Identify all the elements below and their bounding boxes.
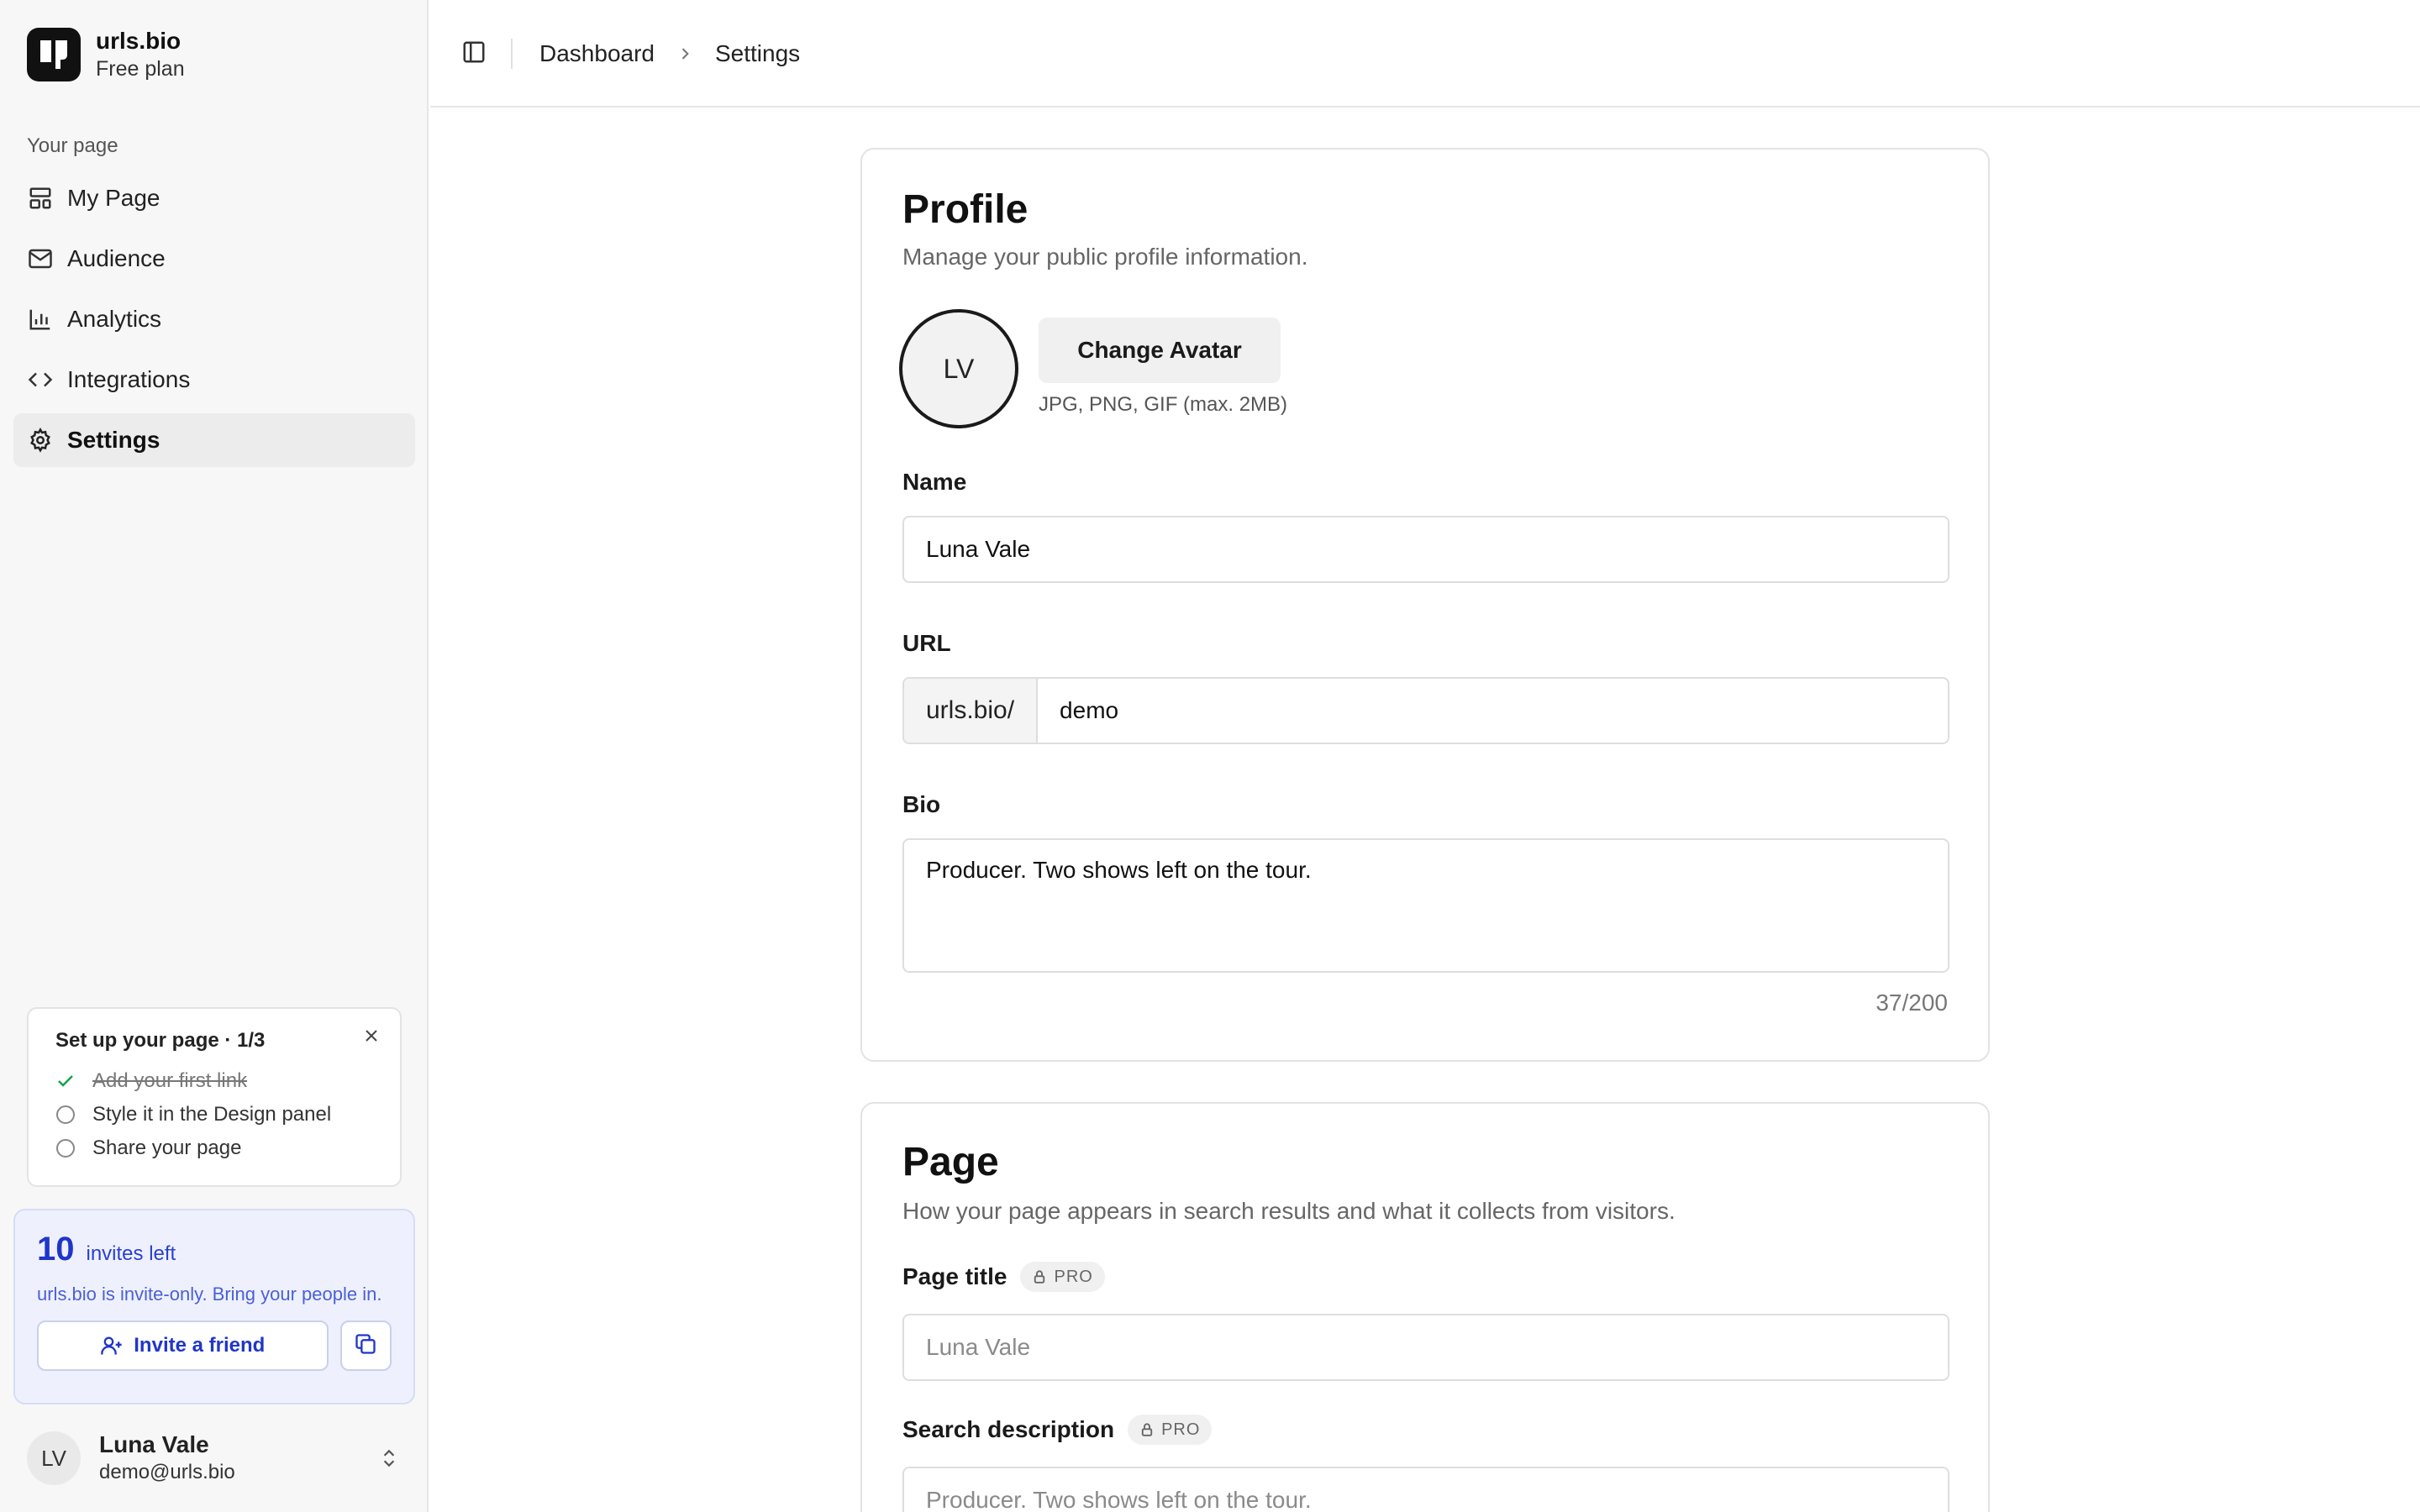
page-title-label-text: Page title — [902, 1263, 1007, 1289]
sidebar-item-label: Integrations — [67, 366, 191, 392]
url-prefix: urls.bio/ — [904, 679, 1039, 743]
page-title-label: Page title PRO — [902, 1262, 1105, 1292]
chevron-right-icon — [676, 45, 693, 62]
sidebar-item-label: My Page — [67, 185, 160, 211]
search-description-label-text: Search description — [902, 1416, 1115, 1442]
copy-icon — [354, 1332, 377, 1360]
section-label: Your page — [27, 134, 118, 157]
layout-icon — [27, 185, 54, 212]
sidebar: urls.bio Free plan Your page My Page Aud… — [0, 0, 429, 1512]
brand-name: urls.bio — [96, 28, 182, 54]
sidebar-item-integrations[interactable]: Integrations — [13, 353, 415, 407]
pro-badge: PRO — [1020, 1262, 1105, 1292]
profile-subtitle: Manage your public profile information. — [902, 244, 1308, 270]
sidebar-item-audience[interactable]: Audience — [13, 232, 415, 286]
sidebar-item-my-page[interactable]: My Page — [13, 171, 415, 225]
bar-chart-icon — [27, 306, 54, 333]
sidebar-nav: My Page Audience Analytics Integrations … — [13, 171, 415, 474]
user-plus-icon — [100, 1334, 124, 1357]
page-subtitle: How your page appears in search results … — [902, 1198, 1676, 1224]
breadcrumb-settings: Settings — [714, 40, 801, 66]
setup-title: Set up your page · 1/3 — [55, 1029, 266, 1052]
url-field[interactable]: urls.bio/ demo — [902, 677, 1949, 744]
setup-step[interactable]: Share your page — [55, 1131, 373, 1165]
lock-icon — [1139, 1422, 1155, 1437]
page-title: Page — [902, 1140, 999, 1184]
setup-step-label: Share your page — [92, 1137, 242, 1159]
check-icon — [55, 1071, 76, 1091]
invite-friend-label: Invite a friend — [134, 1334, 266, 1357]
pro-badge-label: PRO — [1161, 1420, 1201, 1439]
sidebar-item-settings[interactable]: Settings — [13, 413, 415, 467]
setup-step[interactable]: Style it in the Design panel — [55, 1098, 373, 1131]
search-description-label: Search description PRO — [902, 1415, 1213, 1445]
bio-counter: 37/200 — [1876, 990, 1948, 1016]
profile-card: Profile Manage your public profile infor… — [860, 148, 1990, 1062]
invite-description: urls.bio is invite-only. Bring your peop… — [37, 1284, 382, 1305]
name-field[interactable]: Luna Vale — [902, 516, 1949, 583]
user-menu[interactable]: LV Luna Vale demo@urls.bio — [27, 1428, 402, 1488]
setup-checklist: Set up your page · 1/3 Add your first li… — [27, 1007, 402, 1187]
profile-title: Profile — [902, 187, 1028, 232]
radio-icon — [55, 1105, 76, 1125]
invite-left-label: invites left — [86, 1242, 176, 1265]
user-name: Luna Vale — [99, 1431, 209, 1457]
setup-step[interactable]: Add your first link — [55, 1064, 373, 1098]
copy-invite-button[interactable] — [339, 1320, 392, 1371]
brand-logo-icon — [27, 28, 81, 81]
pro-badge-label: PRO — [1054, 1267, 1093, 1286]
url-value[interactable]: demo — [1038, 697, 1118, 724]
brand-plan: Free plan — [96, 57, 185, 81]
change-avatar-button[interactable]: Change Avatar — [1039, 318, 1281, 383]
user-email: demo@urls.bio — [99, 1461, 235, 1483]
topbar: Dashboard Settings — [430, 0, 2420, 108]
setup-step-label: Style it in the Design panel — [92, 1103, 332, 1126]
invite-friend-button[interactable]: Invite a friend — [37, 1320, 329, 1371]
close-icon[interactable] — [361, 1026, 381, 1046]
avatar: LV — [27, 1431, 81, 1485]
invite-count: 10 — [37, 1231, 75, 1268]
setup-step-label: Add your first link — [92, 1069, 248, 1092]
mail-icon — [27, 245, 54, 272]
code-icon — [27, 366, 54, 393]
radio-icon — [55, 1138, 76, 1158]
brand[interactable]: urls.bio Free plan — [27, 27, 185, 82]
sidebar-toggle-button[interactable] — [459, 39, 489, 69]
breadcrumb: Dashboard Settings — [539, 39, 800, 69]
chevrons-up-down-icon[interactable] — [376, 1446, 402, 1471]
bio-label: Bio — [902, 791, 941, 817]
bio-textarea[interactable]: Producer. Two shows left on the tour. — [902, 838, 1949, 973]
invite-card: 10 invites left urls.bio is invite-only.… — [13, 1209, 415, 1404]
gear-icon — [27, 427, 54, 454]
page-title-field[interactable]: Luna Vale — [902, 1314, 1949, 1381]
sidebar-item-analytics[interactable]: Analytics — [13, 292, 415, 346]
breadcrumb-dashboard[interactable]: Dashboard — [539, 40, 655, 67]
sidebar-item-label: Audience — [67, 245, 166, 271]
name-label: Name — [902, 469, 967, 495]
page-card: Page How your page appears in search res… — [860, 1102, 1990, 1512]
search-description-field[interactable]: Producer. Two shows left on the tour. — [902, 1467, 1949, 1512]
lock-icon — [1032, 1269, 1047, 1284]
avatar-hint: JPG, PNG, GIF (max. 2MB) — [1039, 393, 1288, 416]
sidebar-toggle-icon — [461, 39, 487, 69]
url-label: URL — [902, 630, 951, 656]
sidebar-item-label: Settings — [67, 427, 160, 453]
profile-avatar[interactable]: LV — [899, 309, 1018, 428]
pro-badge: PRO — [1128, 1415, 1213, 1445]
divider — [511, 39, 513, 69]
sidebar-item-label: Analytics — [67, 306, 162, 332]
